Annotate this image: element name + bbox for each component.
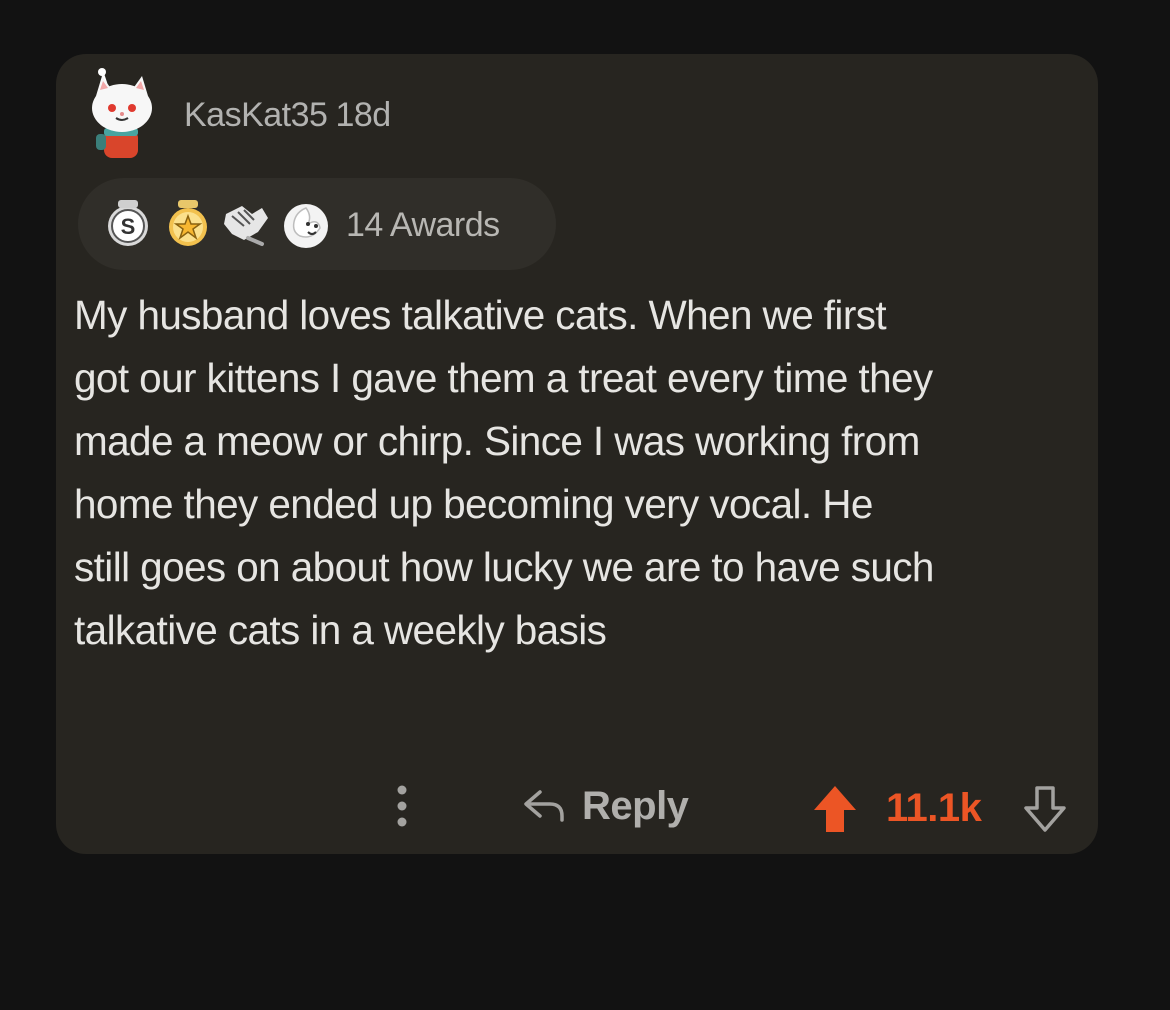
comment-line: still goes on about how lucky we are to … [74, 544, 934, 590]
silver-award-icon: S [108, 200, 148, 246]
awards-count-label: 14 Awards [346, 206, 500, 244]
user-avatar[interactable] [82, 68, 162, 164]
comment-line: home they ended up becoming very vocal. … [74, 481, 873, 527]
comment-header: KasKat35 18d [184, 96, 391, 135]
comment-line: talkative cats in a weekly basis [74, 607, 607, 653]
reply-button[interactable]: Reply [520, 776, 689, 836]
username-link[interactable]: KasKat35 [184, 96, 328, 134]
comment-body: My husband loves talkative cats. When we… [74, 284, 1094, 662]
comment-line: made a meow or chirp. Since I was workin… [74, 418, 920, 464]
comment-line: got our kittens I gave them a treat ever… [74, 355, 933, 401]
wholesome-award-icon [284, 204, 328, 248]
comment-line: My husband loves talkative cats. When we… [74, 292, 887, 338]
vote-score: 11.1k [886, 786, 982, 830]
handshake-award-icon [224, 206, 268, 246]
awards-bar[interactable]: S 14 Awards [78, 178, 556, 270]
gold-star-award-icon [169, 200, 207, 246]
reply-icon [524, 790, 564, 822]
reply-label: Reply [582, 783, 689, 828]
comment-age: 18d [335, 96, 391, 134]
downvote-arrow-icon[interactable] [1022, 784, 1068, 834]
more-options-icon[interactable] [382, 776, 422, 836]
upvote-arrow-icon[interactable] [812, 784, 858, 834]
comment-card: KasKat35 18d S 14 Awards My husband love… [56, 54, 1098, 854]
svg-text:S: S [121, 214, 136, 239]
